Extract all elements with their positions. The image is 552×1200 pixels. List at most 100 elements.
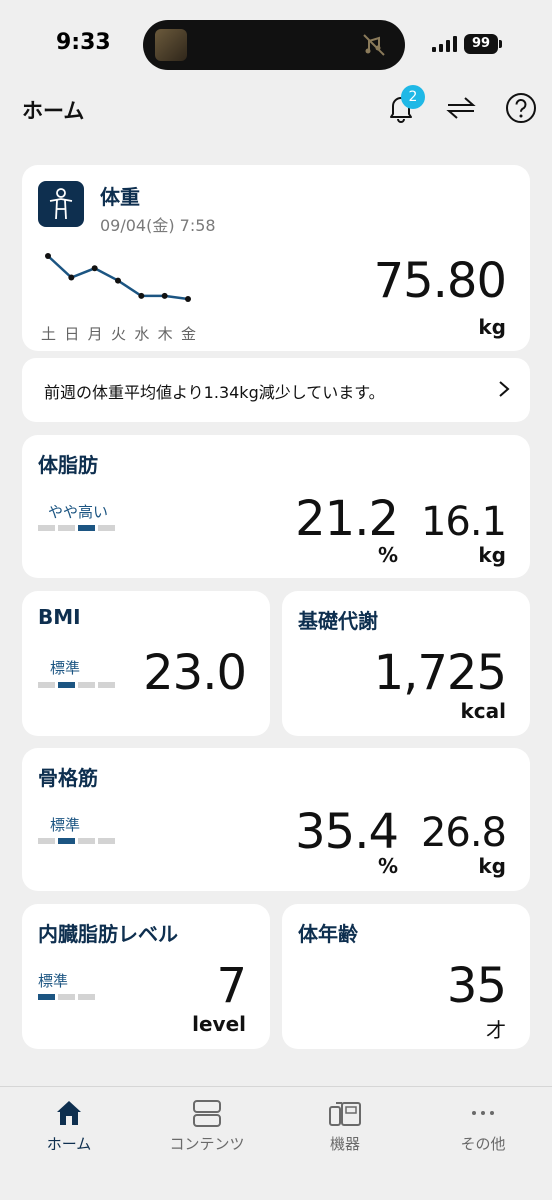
- signal-icon: [432, 36, 458, 56]
- bmi-title: BMI: [38, 605, 81, 629]
- weight-trend-days: 土日月火水木金: [38, 323, 198, 343]
- notification-badge: 2: [401, 85, 425, 109]
- tab-home[interactable]: ホーム: [0, 1093, 138, 1163]
- body-fat-percent-value: 21.2: [295, 491, 399, 547]
- body-age-title: 体年齢: [298, 922, 358, 946]
- tab-more-label: その他: [460, 1135, 506, 1153]
- body-fat-mass-unit: kg: [478, 543, 506, 567]
- level-segment: [58, 682, 75, 688]
- home-icon: [0, 1093, 138, 1133]
- tab-devices[interactable]: 機器: [276, 1093, 414, 1163]
- trend-day-label: 月: [87, 325, 103, 343]
- body-age-value: 35: [446, 958, 507, 1014]
- weight-value: 75.80: [373, 253, 507, 309]
- level-segment: [78, 525, 95, 531]
- trend-point: [115, 277, 121, 284]
- body-fat-title: 体脂肪: [38, 453, 98, 477]
- status-bar: 9:33 99: [0, 0, 552, 90]
- weight-trend-chart: [45, 253, 191, 302]
- level-segment: [78, 682, 95, 688]
- level-segment: [38, 525, 55, 531]
- visceral-fat-card[interactable]: 内臓脂肪レベル 標準 7 level: [22, 904, 270, 1049]
- tab-home-label: ホーム: [46, 1135, 92, 1153]
- trend-day-label: 水: [134, 325, 150, 343]
- visceral-fat-level-label: 標準: [38, 972, 69, 990]
- skeletal-muscle-percent-unit: %: [377, 854, 398, 878]
- bmi-level-label: 標準: [50, 659, 81, 677]
- trend-day-label: 木: [157, 325, 173, 343]
- trend-point: [91, 265, 98, 272]
- basal-metabolism-title: 基礎代謝: [298, 609, 378, 633]
- level-segment: [58, 838, 75, 844]
- level-segment: [58, 525, 75, 531]
- bmi-level-bar: [38, 682, 115, 688]
- trend-point: [185, 296, 191, 302]
- basal-metabolism-value: 1,725: [373, 645, 507, 701]
- battery-icon: 99: [464, 34, 498, 54]
- body-age-card[interactable]: 体年齢 35 才: [282, 904, 530, 1049]
- dynamic-island: [143, 20, 405, 70]
- devices-icon: [276, 1093, 414, 1133]
- level-segment: [78, 838, 95, 844]
- visceral-fat-unit: level: [192, 1012, 246, 1036]
- level-segment: [58, 994, 75, 1000]
- skeletal-muscle-level-bar: [38, 838, 115, 844]
- level-segment: [38, 994, 55, 1000]
- tab-contents[interactable]: コンテンツ: [138, 1093, 276, 1163]
- body-fat-mass-value: 16.1: [420, 499, 507, 545]
- basal-metabolism-card[interactable]: 基礎代謝 1,725 kcal: [282, 591, 530, 736]
- body-fat-level-label: やや高い: [48, 503, 109, 521]
- more-icon: [414, 1093, 552, 1133]
- trend-day-label: 土: [41, 325, 57, 343]
- mute-icon: [361, 32, 387, 62]
- weight-card[interactable]: 体重 09/04(金) 7:58 土日月火水木金 75.80 kg: [22, 165, 530, 351]
- tab-bar: ホーム コンテンツ 機器 その他: [0, 1086, 552, 1200]
- weight-date: 09/04(金) 7:58: [100, 216, 216, 235]
- tab-contents-label: コンテンツ: [169, 1135, 245, 1153]
- trend-day-label: 金: [181, 325, 197, 343]
- visceral-fat-level-bar: [38, 994, 95, 1000]
- help-icon[interactable]: [503, 90, 539, 126]
- skeletal-muscle-card[interactable]: 骨格筋 標準 35.4 % 26.8 kg: [22, 748, 530, 891]
- skeletal-muscle-mass-unit: kg: [478, 854, 506, 878]
- body-fat-level-bar: [38, 525, 115, 531]
- skeletal-muscle-level-label: 標準: [50, 816, 81, 834]
- status-time: 9:33: [56, 30, 111, 55]
- person-icon: [38, 181, 84, 227]
- body-fat-card[interactable]: 体脂肪 やや高い 21.2 % 16.1 kg: [22, 435, 530, 578]
- body-age-unit: 才: [486, 1018, 506, 1042]
- skeletal-muscle-percent-value: 35.4: [295, 804, 399, 860]
- level-segment: [98, 838, 115, 844]
- skeletal-muscle-mass-value: 26.8: [420, 810, 507, 856]
- trend-point: [45, 253, 51, 259]
- trend-day-label: 火: [111, 325, 127, 343]
- bmi-value: 23.0: [143, 645, 247, 701]
- body-fat-percent-unit: %: [377, 543, 398, 567]
- battery-tip: [499, 40, 502, 48]
- trend-day-label: 日: [64, 325, 80, 343]
- tab-more[interactable]: その他: [414, 1093, 552, 1163]
- level-segment: [98, 525, 115, 531]
- now-playing-artwork: [155, 29, 187, 61]
- skeletal-muscle-title: 骨格筋: [38, 766, 98, 790]
- sync-icon[interactable]: [443, 90, 479, 126]
- basal-metabolism-unit: kcal: [460, 699, 506, 723]
- visceral-fat-title: 内臓脂肪レベル: [38, 922, 178, 946]
- level-segment: [98, 682, 115, 688]
- weight-change-message[interactable]: 前週の体重平均値より1.34kg減少しています。: [22, 358, 530, 422]
- visceral-fat-value: 7: [216, 958, 247, 1014]
- weight-title: 体重: [100, 185, 140, 209]
- page-title: ホーム: [22, 99, 85, 123]
- level-segment: [78, 994, 95, 1000]
- trend-point: [161, 292, 168, 299]
- weight-change-text: 前週の体重平均値より1.34kg減少しています。: [44, 383, 385, 402]
- bmi-card[interactable]: BMI 標準 23.0: [22, 591, 270, 736]
- level-segment: [38, 838, 55, 844]
- weight-unit: kg: [478, 315, 506, 339]
- tab-devices-label: 機器: [329, 1135, 360, 1153]
- contents-icon: [138, 1093, 276, 1133]
- level-segment: [38, 682, 55, 688]
- chevron-right-icon: [498, 380, 510, 402]
- trend-point: [138, 292, 145, 299]
- trend-point: [68, 274, 75, 281]
